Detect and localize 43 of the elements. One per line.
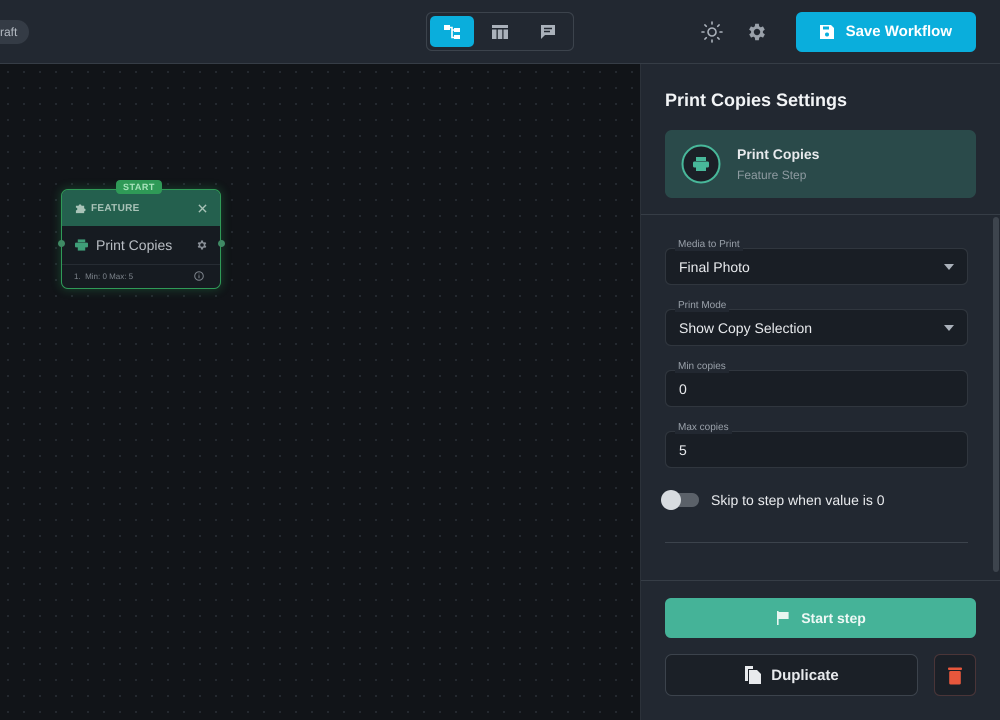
step-name: Print Copies [737,146,820,162]
select-field[interactable]: Show Copy Selection [665,309,968,346]
field-value: 0 [679,380,688,396]
field-value: 5 [679,442,688,458]
caret-icon [944,324,954,330]
table-icon [491,22,509,40]
puzzle-icon [75,203,86,214]
printer-icon [75,239,88,251]
input-field[interactable]: 5 [665,431,968,468]
input-field[interactable]: 0 [665,370,968,407]
info-icon[interactable] [194,271,204,281]
output-port[interactable] [218,240,224,247]
delete-button[interactable] [934,654,976,696]
field-label: Max copies [675,422,732,434]
field-label: Min copies [675,361,729,373]
duplicate-button[interactable]: Duplicate [665,654,918,696]
printer-icon [681,144,721,184]
flag-icon [775,610,792,626]
node-summary: 1. Min: 0 Max: 5 [74,272,134,280]
toggle-switch[interactable] [663,493,699,507]
field-label: Media to Print [675,239,743,251]
field-value: Final Photo [679,258,751,274]
toggle-label: Skip to step when value is 0 [711,492,885,508]
node-title: Print Copies [96,237,174,253]
comment-icon [539,22,557,40]
copy-icon [744,665,762,685]
hierarchy-icon [443,22,461,40]
start-badge: START [116,180,162,194]
caret-icon [944,264,954,270]
scrollbar[interactable] [993,217,999,572]
gear-icon[interactable] [196,239,208,251]
node-type: FEATURE [91,203,140,214]
close-icon[interactable] [198,204,207,213]
trash-icon [947,666,963,684]
field-label: Print Mode [675,300,730,312]
status-badge: raft [0,20,30,44]
select-field[interactable]: Final Photo [665,248,968,285]
step-type: Feature Step [737,168,808,182]
sun-icon[interactable] [700,20,724,44]
field-value: Show Copy Selection [679,320,814,336]
input-port[interactable] [58,240,64,247]
view-tab[interactable] [430,16,474,47]
panel-title: Print Copies Settings [665,90,848,111]
